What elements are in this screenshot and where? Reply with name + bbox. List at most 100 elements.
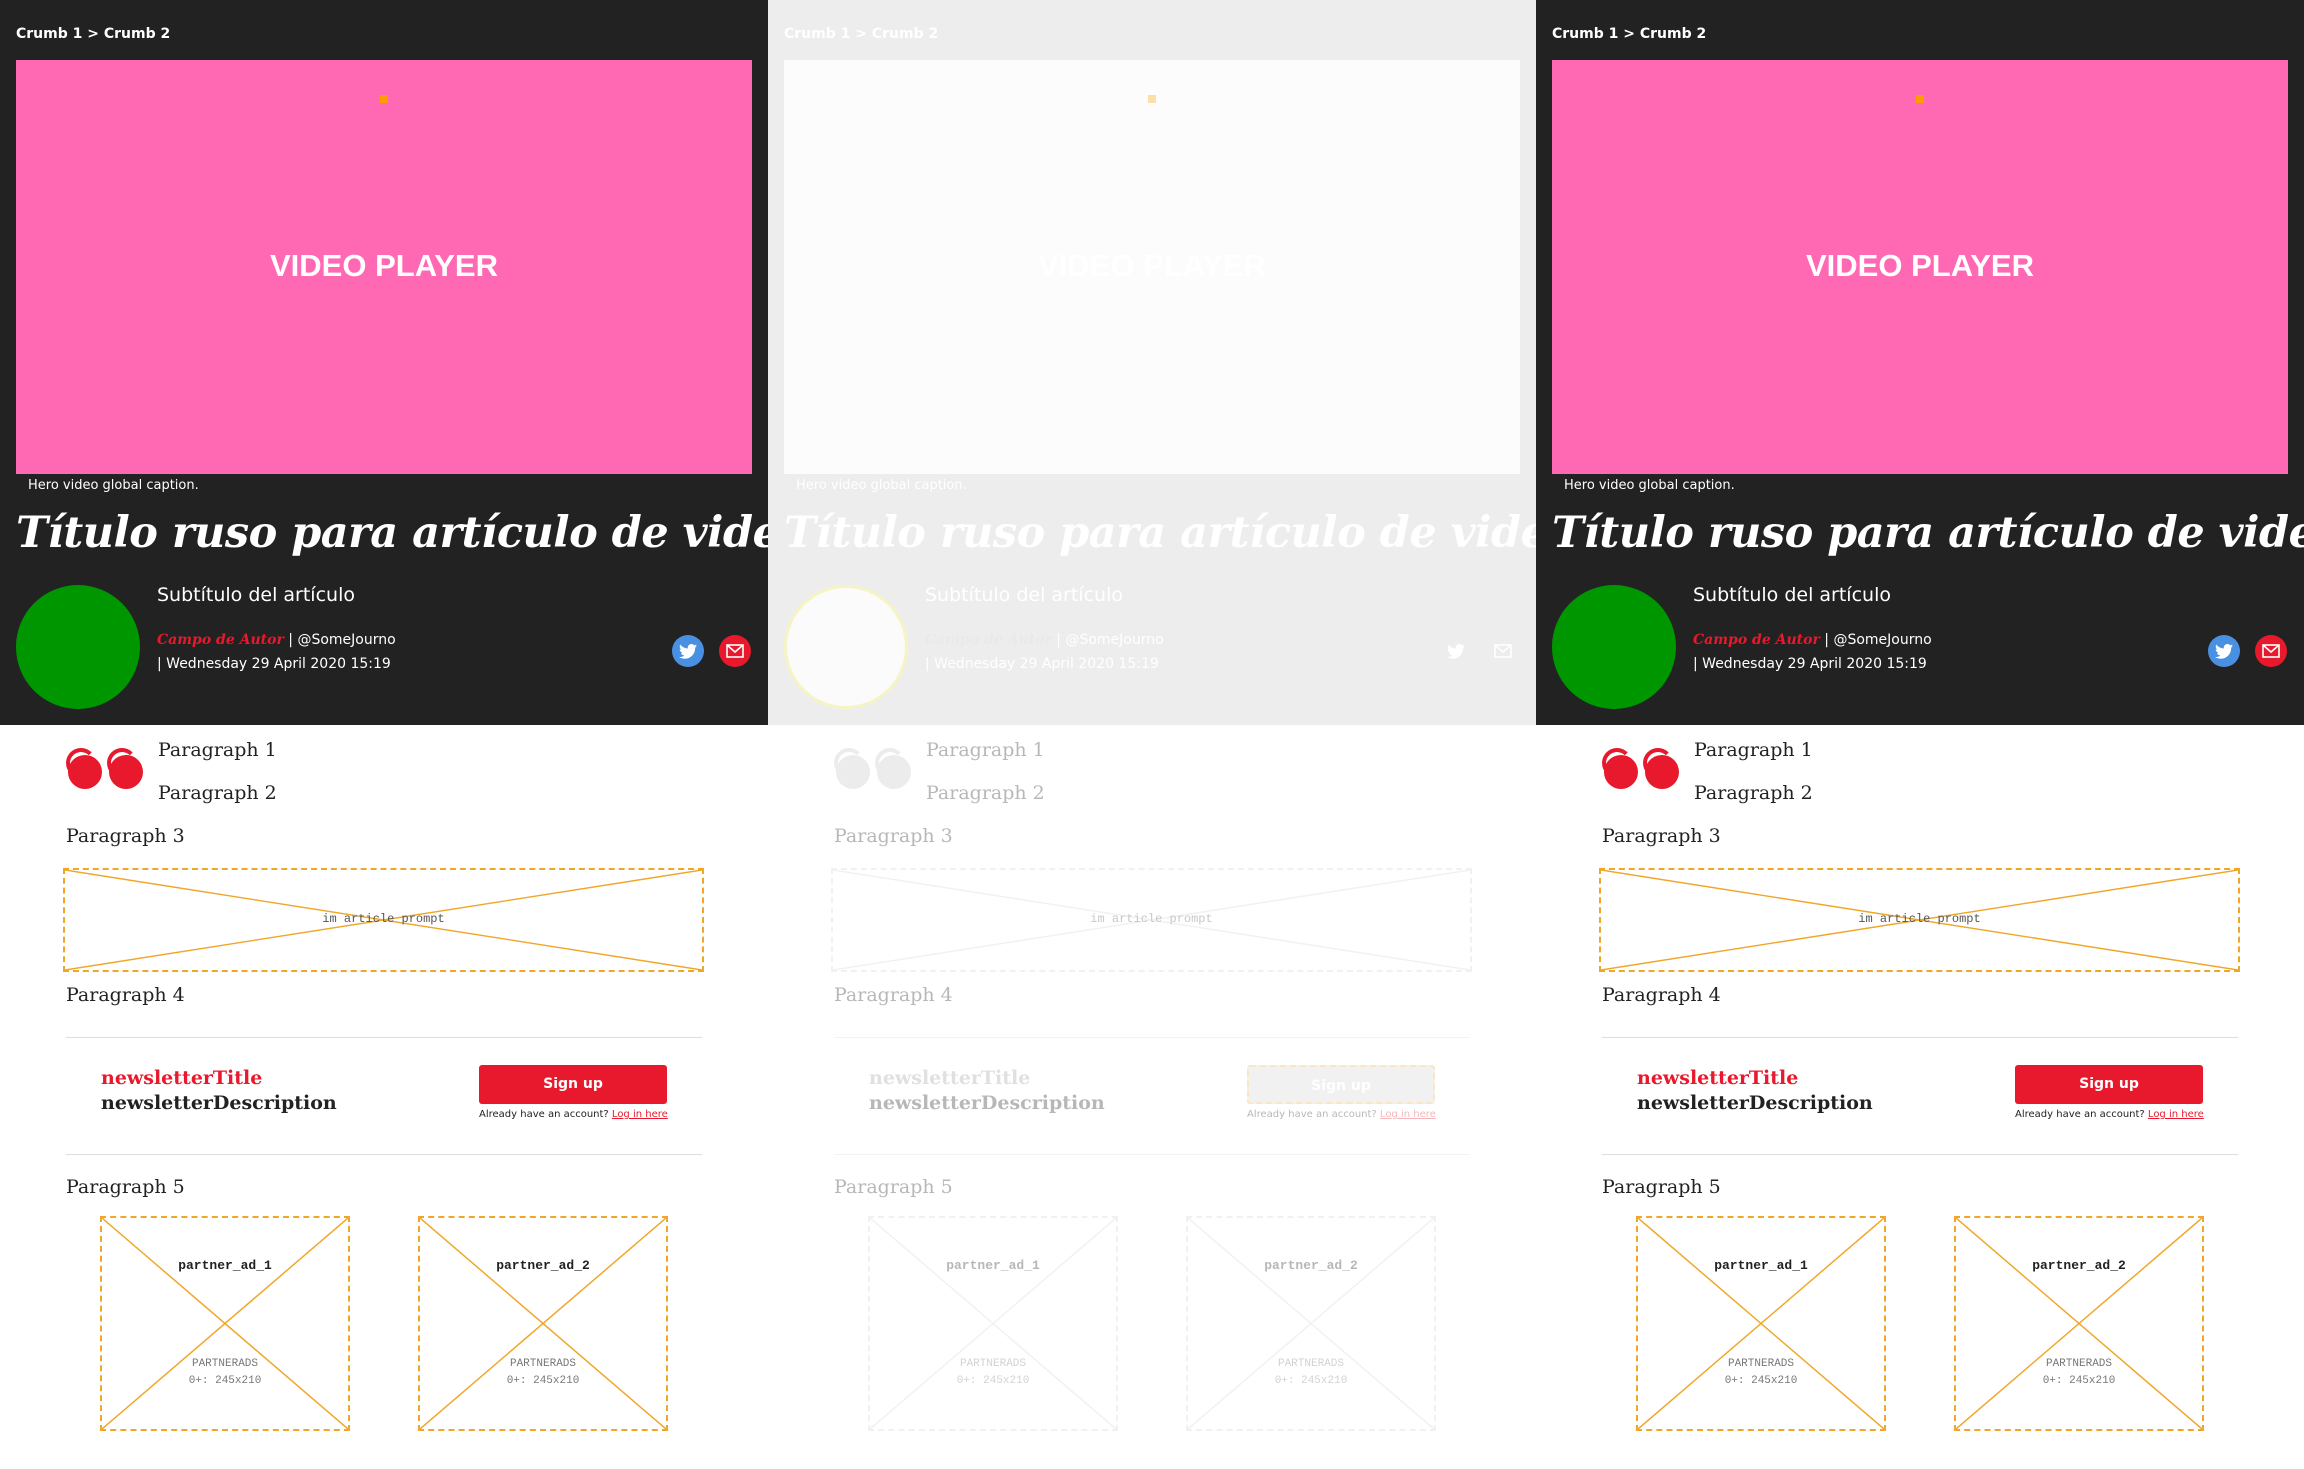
login-link[interactable]: Log in here [612, 1109, 668, 1120]
publish-date: | Wednesday 29 April 2020 15:19 [157, 656, 391, 672]
video-player[interactable]: VIDEO PLAYER [784, 60, 1520, 474]
email-icon [2262, 644, 2280, 658]
article-title: Título ruso para artículo de video [1552, 508, 2304, 558]
quote-mark-dot-left [68, 755, 102, 789]
ad-size: 0+: 245x210 [1724, 1375, 1798, 1387]
partner-ad-1[interactable]: partner_ad_1 PARTNERADS 0+: 245x210 [868, 1216, 1118, 1431]
video-caption: Hero video global caption. [796, 478, 967, 493]
paragraph-5: Paragraph 5 [1602, 1176, 1721, 1198]
account-text: Already have an account? [479, 1109, 612, 1120]
login-link[interactable]: Log in here [2148, 1109, 2204, 1120]
quote-mark-dot-left [1604, 755, 1638, 789]
login-link[interactable]: Log in here [1380, 1109, 1436, 1120]
byline: Campo de Autor | @SomeJourno | Wednesday… [157, 628, 396, 676]
placeholder-cross [1638, 1218, 1884, 1429]
byline: Campo de Autor | @SomeJourno | Wednesday… [1693, 628, 1932, 676]
quote-mark-dot-right [877, 755, 911, 789]
ad-size: 0+: 245x210 [956, 1375, 1030, 1387]
newsletter-description: newsletterDescription [869, 1092, 1105, 1114]
ad-meta: PARTNERADS 0+: 245x210 [870, 1356, 1116, 1390]
paragraph-1: Paragraph 1 [158, 739, 277, 761]
author-handle: | @SomeJourno [283, 632, 396, 648]
ad-name: partner_ad_1 [178, 1258, 272, 1273]
paragraph-1: Paragraph 1 [1694, 739, 1813, 761]
video-marker [1148, 95, 1156, 103]
author-avatar [784, 585, 908, 709]
newsletter-divider-top [66, 1037, 702, 1038]
prompt-label: im article prompt [322, 912, 445, 926]
in-article-prompt-placeholder: im article prompt [1599, 868, 2240, 972]
hero-section: Crumb 1 > Crumb 2 VIDEO PLAYER Hero vide… [0, 0, 768, 725]
in-article-prompt-placeholder: im article prompt [63, 868, 704, 972]
ad-size: 0+: 245x210 [506, 1375, 580, 1387]
author-name[interactable]: Campo de Autor [157, 632, 284, 648]
placeholder-cross [420, 1218, 666, 1429]
video-player-label: VIDEO PLAYER [1038, 248, 1266, 283]
twitter-share-button[interactable] [2208, 635, 2240, 667]
newsletter-divider-bottom [66, 1154, 702, 1155]
video-player-label: VIDEO PLAYER [1806, 248, 2034, 283]
ad-name: partner_ad_1 [1714, 1258, 1808, 1273]
video-player[interactable]: VIDEO PLAYER [16, 60, 752, 474]
signup-button[interactable]: Sign up [479, 1065, 667, 1104]
account-text: Already have an account? [1247, 1109, 1380, 1120]
paragraph-2: Paragraph 2 [926, 782, 1045, 804]
breadcrumb[interactable]: Crumb 1 > Crumb 2 [16, 26, 170, 42]
partner-ad-2[interactable]: partner_ad_2 PARTNERADS 0+: 245x210 [1186, 1216, 1436, 1431]
breadcrumb[interactable]: Crumb 1 > Crumb 2 [784, 26, 938, 42]
hero-section: Crumb 1 > Crumb 2 VIDEO PLAYER Hero vide… [1536, 0, 2304, 725]
partner-ad-2[interactable]: partner_ad_2 PARTNERADS 0+: 245x210 [418, 1216, 668, 1431]
breadcrumb[interactable]: Crumb 1 > Crumb 2 [1552, 26, 1706, 42]
article-subtitle: Subtítulo del artículo [1693, 584, 1891, 606]
ad-name: partner_ad_2 [1264, 1258, 1358, 1273]
paragraph-4: Paragraph 4 [1602, 984, 1721, 1006]
ad-provider: PARTNERADS [509, 1358, 576, 1370]
publish-date: | Wednesday 29 April 2020 15:19 [1693, 656, 1927, 672]
partner-ad-2[interactable]: partner_ad_2 PARTNERADS 0+: 245x210 [1954, 1216, 2204, 1431]
ad-meta: PARTNERADS 0+: 245x210 [420, 1356, 666, 1390]
author-name[interactable]: Campo de Autor [925, 632, 1052, 648]
paragraph-4: Paragraph 4 [66, 984, 185, 1006]
video-player[interactable]: VIDEO PLAYER [1552, 60, 2288, 474]
placeholder-cross [102, 1218, 348, 1429]
login-prompt: Already have an account? Log in here [2015, 1109, 2204, 1120]
ad-size: 0+: 245x210 [2042, 1375, 2116, 1387]
newsletter-title: newsletterTitle [869, 1067, 1031, 1089]
ad-name: partner_ad_2 [2032, 1258, 2126, 1273]
email-share-button[interactable] [2255, 635, 2287, 667]
paragraph-2: Paragraph 2 [1694, 782, 1813, 804]
newsletter-title: newsletterTitle [1637, 1067, 1799, 1089]
placeholder-cross [1956, 1218, 2202, 1429]
signup-button[interactable]: Sign up [1247, 1065, 1435, 1104]
newsletter-divider-top [1602, 1037, 2238, 1038]
author-handle: | @SomeJourno [1819, 632, 1932, 648]
ad-provider: PARTNERADS [959, 1358, 1026, 1370]
author-name[interactable]: Campo de Autor [1693, 632, 1820, 648]
partner-ad-1[interactable]: partner_ad_1 PARTNERADS 0+: 245x210 [100, 1216, 350, 1431]
article-subtitle: Subtítulo del artículo [157, 584, 355, 606]
twitter-share-button[interactable] [1440, 635, 1472, 667]
quote-mark-dot-right [1645, 755, 1679, 789]
twitter-share-button[interactable] [672, 635, 704, 667]
author-avatar [16, 585, 140, 709]
paragraph-2: Paragraph 2 [158, 782, 277, 804]
video-caption: Hero video global caption. [28, 478, 199, 493]
article-title: Título ruso para artículo de video [16, 508, 768, 558]
article-view-loading: Crumb 1 > Crumb 2 VIDEO PLAYER Hero vide… [768, 0, 1536, 1469]
placeholder-cross [1188, 1218, 1434, 1429]
hero-section: Crumb 1 > Crumb 2 VIDEO PLAYER Hero vide… [768, 0, 1536, 725]
signup-button[interactable]: Sign up [2015, 1065, 2203, 1104]
video-marker [1916, 95, 1924, 103]
partner-ad-1[interactable]: partner_ad_1 PARTNERADS 0+: 245x210 [1636, 1216, 1886, 1431]
email-share-button[interactable] [1487, 635, 1519, 667]
author-handle: | @SomeJourno [1051, 632, 1164, 648]
twitter-icon [2215, 643, 2233, 659]
video-player-label: VIDEO PLAYER [270, 248, 498, 283]
ad-size: 0+: 245x210 [1274, 1375, 1348, 1387]
newsletter-divider-bottom [1602, 1154, 2238, 1155]
email-share-button[interactable] [719, 635, 751, 667]
ad-provider: PARTNERADS [2045, 1358, 2112, 1370]
publish-date: | Wednesday 29 April 2020 15:19 [925, 656, 1159, 672]
email-icon [726, 644, 744, 658]
ad-size: 0+: 245x210 [188, 1375, 262, 1387]
